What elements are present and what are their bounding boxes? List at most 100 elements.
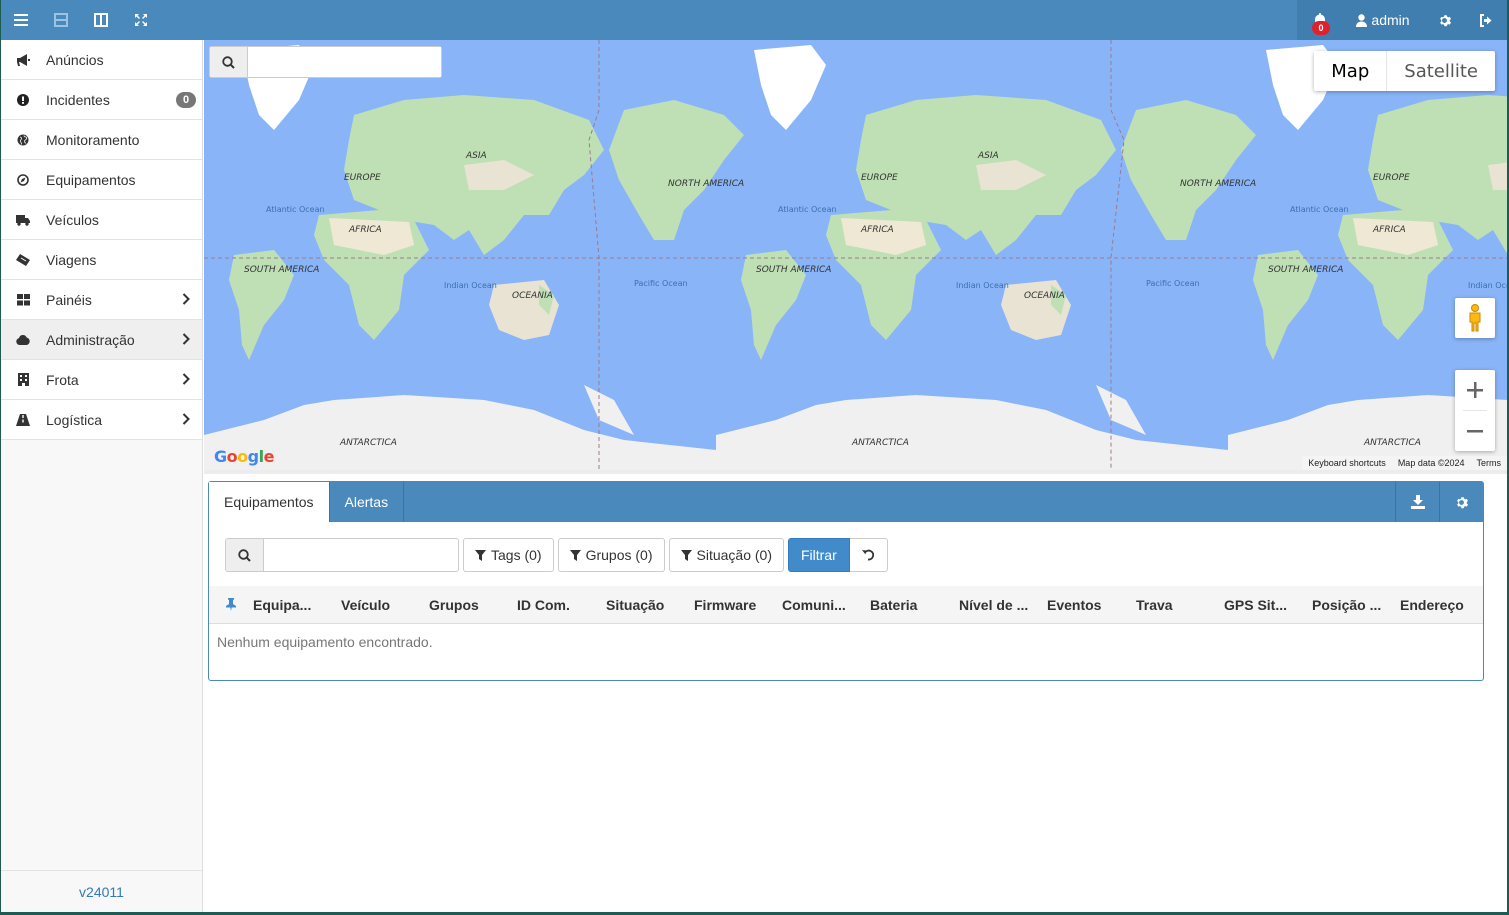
ticket-icon — [15, 252, 31, 268]
world-map-tiles[interactable]: EUROPE ASIA AFRICA OCEANIA ANTARCTICA AN… — [204, 40, 1507, 474]
empty-table-message: Nenhum equipamento encontrado. — [217, 634, 433, 650]
layout-rows-icon[interactable] — [41, 0, 81, 40]
sidebar-item-paineis[interactable]: Painéis — [1, 280, 202, 320]
reset-filters-button[interactable] — [849, 538, 888, 572]
sidebar-item-viagens[interactable]: Viagens — [1, 240, 202, 280]
user-menu-button[interactable]: admin — [1343, 0, 1423, 40]
layout-columns-icon[interactable] — [81, 0, 121, 40]
map-label-atlantic: Atlantic Ocean — [266, 205, 325, 214]
column-header[interactable]: Comuni... — [782, 597, 870, 613]
column-header[interactable]: Equipa... — [253, 597, 341, 613]
column-header[interactable]: Firmware — [694, 597, 782, 613]
sidebar: Anúncios Incidentes 0 Monitoramento Equi… — [1, 40, 203, 912]
megaphone-icon — [15, 52, 31, 68]
filter-icon — [569, 549, 581, 561]
filter-icon — [475, 549, 486, 561]
sidebar-item-anuncios[interactable]: Anúncios — [1, 40, 202, 80]
equipment-search — [225, 538, 459, 572]
zoom-in-button[interactable] — [1455, 370, 1495, 410]
sidebar-item-equipamentos[interactable]: Equipamentos — [1, 160, 202, 200]
svg-text:ANTARCTICA: ANTARCTICA — [1363, 438, 1421, 448]
sidebar-item-administracao[interactable]: Administração — [1, 320, 202, 360]
column-header[interactable]: Posição ... — [1312, 597, 1400, 613]
equipment-search-button[interactable] — [226, 539, 264, 571]
chevron-right-icon — [182, 333, 190, 345]
gear-icon — [1457, 496, 1468, 508]
gear-icon — [1439, 14, 1451, 26]
map-label-antarctica: ANTARCTICA — [339, 438, 397, 448]
map-search-input[interactable] — [248, 47, 441, 77]
equipment-search-input[interactable] — [264, 539, 458, 571]
hamburger-menu-icon[interactable] — [1, 0, 41, 40]
pegman-icon — [1469, 304, 1481, 332]
column-header[interactable]: Veículo — [341, 597, 429, 613]
filter-tags-button[interactable]: Tags (0) — [463, 538, 554, 572]
app-version[interactable]: v24011 — [1, 870, 202, 912]
settings-button[interactable] — [1423, 0, 1465, 40]
map-label-north-america: NORTH AMERICA — [668, 179, 744, 189]
road-icon — [15, 412, 31, 428]
cloud-icon — [15, 332, 31, 348]
column-header[interactable]: GPS Sit... — [1224, 597, 1312, 613]
column-header[interactable]: ID Com. — [517, 597, 606, 613]
sidebar-item-frota[interactable]: Frota — [1, 360, 202, 400]
pin-column-header[interactable] — [209, 598, 253, 611]
svg-text:ANTARCTICA: ANTARCTICA — [851, 438, 909, 448]
download-icon — [1410, 495, 1425, 509]
filter-bar: Tags (0) Grupos (0) Situação (0) Filtrar — [225, 538, 888, 572]
column-header[interactable]: Grupos — [429, 597, 517, 613]
filtrar-button[interactable]: Filtrar — [787, 538, 850, 572]
column-header[interactable]: Eventos — [1047, 597, 1136, 613]
sidebar-item-logistica[interactable]: Logística — [1, 400, 202, 440]
expand-arrows-icon[interactable] — [121, 0, 161, 40]
svg-text:AFRICA: AFRICA — [860, 225, 894, 235]
notifications-button[interactable]: 0 — [1297, 0, 1343, 40]
map-type-control: Map Satellite — [1314, 51, 1495, 91]
map-type-map-button[interactable]: Map — [1314, 51, 1388, 91]
zoom-out-button[interactable] — [1455, 411, 1495, 451]
map-label-oceania: OCEANIA — [512, 291, 553, 301]
sidebar-item-monitoramento[interactable]: Monitoramento — [1, 120, 202, 160]
tab-alertas[interactable]: Alertas — [330, 482, 405, 522]
tab-equipamentos[interactable]: Equipamentos — [209, 482, 330, 522]
column-header[interactable]: Endereço — [1400, 597, 1472, 613]
search-icon — [238, 548, 251, 562]
exclamation-circle-icon — [15, 92, 31, 108]
map-label-asia: ASIA — [465, 151, 487, 161]
map-type-satellite-button[interactable]: Satellite — [1387, 51, 1495, 91]
svg-text:Indian Ocean: Indian Ocean — [956, 281, 1009, 290]
sign-out-icon — [1480, 13, 1492, 27]
compass-icon — [15, 172, 31, 188]
column-header[interactable]: Trava — [1136, 597, 1224, 613]
panel-settings-button[interactable] — [1439, 482, 1483, 522]
column-header[interactable]: Situação — [606, 597, 694, 613]
terms-link[interactable]: Terms — [1471, 458, 1508, 468]
svg-text:AFRICA: AFRICA — [1372, 225, 1406, 235]
filter-grupos-button[interactable]: Grupos (0) — [557, 538, 665, 572]
table-header: Equipa... Veículo Grupos ID Com. Situaçã… — [209, 586, 1483, 624]
chevron-right-icon — [182, 413, 190, 425]
user-name: admin — [1371, 12, 1410, 28]
incidents-badge: 0 — [176, 92, 196, 108]
column-header[interactable]: Bateria — [870, 597, 959, 613]
map-label-south-america: SOUTH AMERICA — [244, 265, 319, 275]
keyboard-shortcuts-link[interactable]: Keyboard shortcuts — [1302, 458, 1392, 468]
sidebar-item-incidentes[interactable]: Incidentes 0 — [1, 80, 202, 120]
svg-text:OCEANIA: OCEANIA — [1024, 291, 1065, 301]
column-header[interactable]: Nível de ... — [959, 597, 1047, 613]
map-search-button[interactable] — [210, 47, 248, 77]
svg-text:NORTH AMERICA: NORTH AMERICA — [1180, 179, 1256, 189]
chevron-right-icon — [182, 293, 190, 305]
map-view[interactable]: EUROPE ASIA AFRICA OCEANIA ANTARCTICA AN… — [204, 40, 1507, 474]
map-label-pacific: Pacific Ocean — [634, 279, 688, 288]
download-button[interactable] — [1395, 482, 1439, 522]
logout-button[interactable] — [1465, 0, 1507, 40]
map-attribution: Keyboard shortcuts Map data ©2024 Terms — [1302, 456, 1507, 470]
street-view-pegman-button[interactable] — [1455, 298, 1495, 338]
sidebar-item-veiculos[interactable]: Veículos — [1, 200, 202, 240]
filter-icon — [680, 549, 692, 561]
undo-icon — [862, 549, 875, 561]
filter-situacao-button[interactable]: Situação (0) — [668, 538, 784, 572]
google-logo[interactable]: Google — [214, 447, 274, 466]
user-toolbar: 0 admin — [1297, 0, 1507, 40]
